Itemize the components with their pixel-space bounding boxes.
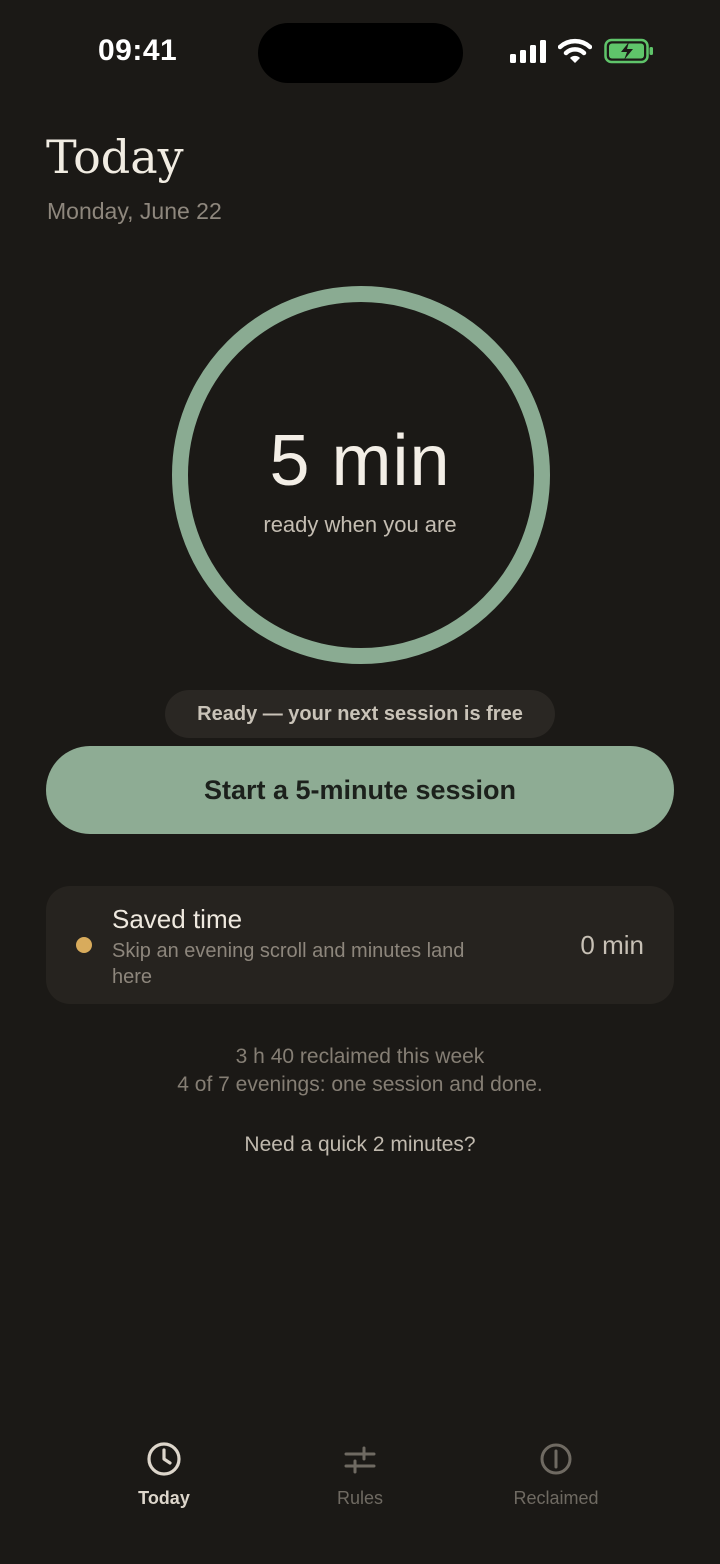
date-label: Monday, June 22: [47, 198, 222, 224]
tab-today[interactable]: Today: [84, 1440, 244, 1509]
dynamic-island: [258, 23, 463, 83]
timer-value: 5 min: [269, 421, 451, 501]
saved-time-dot-icon: [76, 937, 92, 953]
tab-label-today: Today: [138, 1488, 190, 1508]
status-icons: [510, 38, 654, 64]
quick-session-link[interactable]: Need a quick 2 minutes?: [0, 1133, 720, 1157]
saved-time-description: Skip an evening scroll and minutes land …: [112, 940, 465, 988]
timer-caption: ready when you are: [263, 512, 457, 537]
tab-rules[interactable]: Rules: [280, 1440, 440, 1509]
tab-reclaimed[interactable]: Reclaimed: [476, 1440, 636, 1509]
session-status-pill: Ready — your next session is free: [165, 690, 555, 738]
tab-label-reclaimed: Reclaimed: [513, 1488, 599, 1508]
week-summary: 3 h 40 reclaimed this week 4 of 7 evenin…: [0, 1043, 720, 1099]
week-summary-line1: 3 h 40 reclaimed this week: [235, 1045, 485, 1068]
status-time: 09:41: [98, 34, 178, 67]
sliders-icon: [344, 1446, 376, 1474]
week-summary-line2: 4 of 7 evenings: one session and done.: [177, 1073, 543, 1096]
saved-time-card[interactable]: Saved time Skip an evening scroll and mi…: [46, 886, 674, 1004]
clock-icon: [147, 1442, 181, 1476]
start-session-button[interactable]: Start a 5-minute session: [46, 746, 674, 834]
wifi-icon: [558, 38, 592, 63]
saved-time-title: Saved time: [112, 904, 243, 934]
tab-bar: Today Rules Reclaimed: [0, 1440, 720, 1520]
shield-icon: [540, 1443, 572, 1475]
page-title: Today: [46, 130, 184, 184]
tab-label-rules: Rules: [336, 1488, 384, 1508]
cellular-signal-icon: [510, 40, 546, 63]
saved-time-value: 0 min: [580, 930, 644, 960]
battery-charging-icon: [604, 38, 653, 64]
today-screen: 09:41 Today Monday, June 22 5 min ready …: [0, 0, 720, 1564]
